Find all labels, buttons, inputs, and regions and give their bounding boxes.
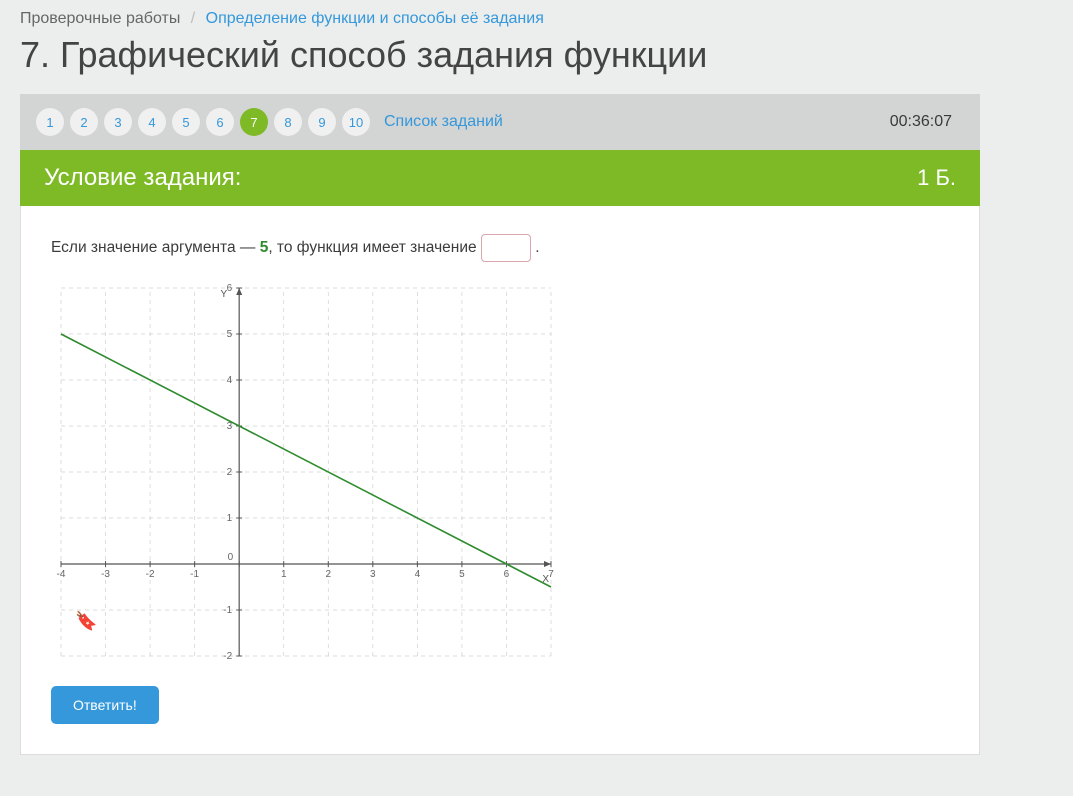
svg-text:1: 1 bbox=[281, 569, 287, 580]
breadcrumb-topic[interactable]: Определение функции и способы её задания bbox=[206, 10, 544, 27]
timer: 00:36:07 bbox=[890, 113, 952, 131]
task-step-4[interactable]: 4 bbox=[138, 108, 166, 136]
svg-text:0: 0 bbox=[228, 552, 234, 563]
svg-text:6: 6 bbox=[504, 569, 510, 580]
task-list-link[interactable]: Список заданий bbox=[384, 113, 503, 131]
task-step-2[interactable]: 2 bbox=[70, 108, 98, 136]
svg-text:3: 3 bbox=[370, 569, 376, 580]
breadcrumb-root: Проверочные работы bbox=[20, 10, 180, 27]
svg-text:2: 2 bbox=[227, 467, 233, 478]
task-card: Если значение аргумента — 5 , то функция … bbox=[20, 206, 980, 755]
svg-text:6: 6 bbox=[227, 283, 233, 294]
submit-button[interactable]: Ответить! bbox=[51, 686, 159, 724]
svg-text:4: 4 bbox=[227, 375, 233, 386]
svg-text:2: 2 bbox=[325, 569, 331, 580]
condition-label: Условие задания: bbox=[44, 164, 241, 192]
svg-text:-2: -2 bbox=[146, 569, 155, 580]
question-period: . bbox=[535, 239, 539, 256]
task-step-5[interactable]: 5 bbox=[172, 108, 200, 136]
answer-input[interactable] bbox=[481, 234, 531, 262]
question-suffix: , то функция имеет значение bbox=[268, 239, 481, 256]
svg-text:-4: -4 bbox=[57, 569, 66, 580]
svg-text:-3: -3 bbox=[101, 569, 110, 580]
breadcrumb-sep: / bbox=[191, 10, 195, 27]
breadcrumb: Проверочные работы / Определение функции… bbox=[20, 10, 1053, 28]
page-title: 7. Графический способ задания функции bbox=[20, 34, 1053, 76]
svg-text:-2: -2 bbox=[223, 651, 232, 662]
task-step-10[interactable]: 10 bbox=[342, 108, 370, 136]
question-prefix: Если значение аргумента — bbox=[51, 239, 260, 256]
svg-text:7: 7 bbox=[548, 569, 554, 580]
svg-text:Y: Y bbox=[221, 289, 228, 300]
task-step-1[interactable]: 1 bbox=[36, 108, 64, 136]
task-steps: 12345678910 bbox=[36, 108, 370, 136]
svg-text:5: 5 bbox=[227, 329, 233, 340]
task-step-8[interactable]: 8 bbox=[274, 108, 302, 136]
svg-text:4: 4 bbox=[415, 569, 421, 580]
graph-svg: -4-3-2-11234567-2-11234560YX bbox=[51, 282, 561, 662]
svg-text:-1: -1 bbox=[190, 569, 199, 580]
condition-bar: Условие задания: 1 Б. bbox=[20, 150, 980, 206]
task-step-6[interactable]: 6 bbox=[206, 108, 234, 136]
pager-bar: 12345678910 Список заданий 00:36:07 bbox=[20, 94, 980, 150]
svg-text:1: 1 bbox=[227, 513, 233, 524]
question-text: Если значение аргумента — 5, то функция … bbox=[51, 234, 949, 262]
task-step-7[interactable]: 7 bbox=[240, 108, 268, 136]
task-step-3[interactable]: 3 bbox=[104, 108, 132, 136]
function-graph: -4-3-2-11234567-2-11234560YX 🔖 bbox=[51, 282, 561, 662]
svg-text:-1: -1 bbox=[223, 605, 232, 616]
svg-text:5: 5 bbox=[459, 569, 465, 580]
condition-points: 1 Б. bbox=[917, 165, 956, 191]
bookmark-icon: 🔖 bbox=[75, 611, 97, 632]
task-step-9[interactable]: 9 bbox=[308, 108, 336, 136]
